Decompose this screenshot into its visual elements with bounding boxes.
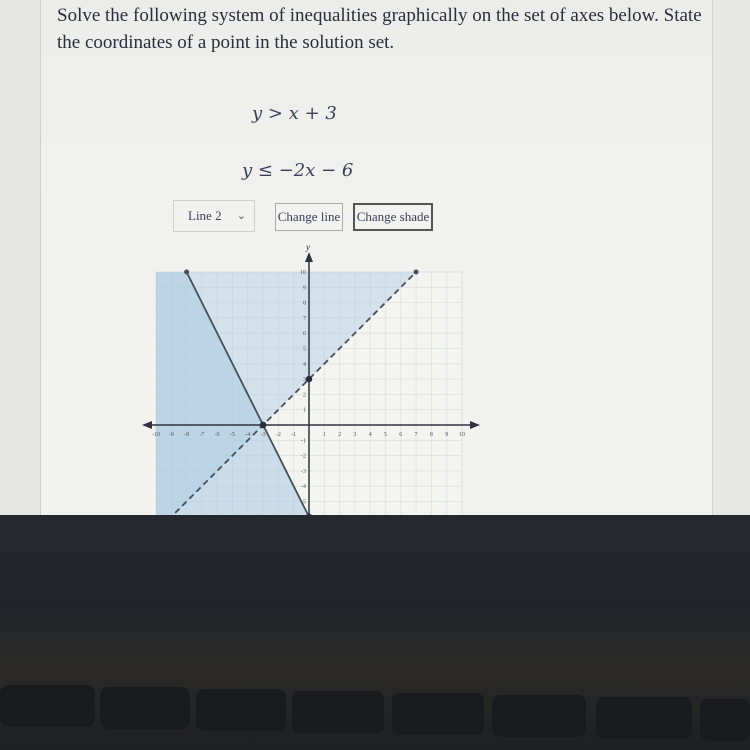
x-axis-arrow-right-icon bbox=[470, 421, 480, 429]
line-select[interactable]: Line 2 ⌄ bbox=[173, 200, 255, 232]
y-tick-label: 1 bbox=[303, 408, 306, 414]
y-tick-label: -1 bbox=[301, 438, 306, 444]
x-tick-label: 10 bbox=[459, 432, 465, 438]
keyboard-key bbox=[492, 695, 586, 737]
keyboard-key bbox=[700, 699, 750, 741]
x-tick-label: -6 bbox=[215, 432, 220, 438]
x-tick-label: -8 bbox=[184, 432, 189, 438]
x-tick-label: 5 bbox=[384, 432, 387, 438]
series-arrow-1 bbox=[413, 269, 419, 275]
x-axis-arrow-left-icon bbox=[142, 421, 152, 429]
series-point-2 bbox=[259, 421, 267, 429]
x-tick-label: 7 bbox=[415, 432, 418, 438]
laptop-bezel bbox=[0, 515, 750, 750]
keyboard-key bbox=[596, 697, 692, 739]
keyboard-key bbox=[0, 685, 95, 727]
change-line-button[interactable]: Change line bbox=[275, 203, 343, 231]
change-shade-button[interactable]: Change shade bbox=[353, 203, 433, 231]
series-point-1 bbox=[305, 375, 313, 383]
series-arrow-2 bbox=[184, 269, 190, 275]
keyboard-key bbox=[100, 687, 190, 729]
y-tick-label: 10 bbox=[300, 270, 306, 276]
x-tick-label: 8 bbox=[430, 432, 433, 438]
x-tick-label: -7 bbox=[199, 432, 204, 438]
x-tick-label: -1 bbox=[291, 432, 296, 438]
inequality-2: y ≤ −2x − 6 bbox=[242, 160, 354, 181]
y-tick-label: 9 bbox=[303, 285, 306, 291]
x-tick-label: 6 bbox=[399, 432, 402, 438]
x-tick-label: -10 bbox=[152, 432, 160, 438]
x-tick-label: 1 bbox=[323, 432, 326, 438]
x-tick-label: 2 bbox=[338, 432, 341, 438]
keyboard-key bbox=[292, 691, 384, 733]
y-axis-arrow-icon bbox=[305, 252, 313, 262]
line-select-value: Line 2 bbox=[188, 208, 222, 223]
y-axis-label: y bbox=[305, 242, 310, 252]
x-tick-label: 4 bbox=[369, 432, 372, 438]
y-tick-label: -4 bbox=[301, 484, 306, 490]
x-tick-label: -5 bbox=[230, 432, 235, 438]
x-tick-label: 9 bbox=[445, 432, 448, 438]
y-tick-label: 5 bbox=[303, 347, 306, 353]
right-scrollbar-area[interactable] bbox=[712, 0, 750, 520]
keyboard-key bbox=[196, 689, 286, 731]
y-tick-label: 8 bbox=[303, 301, 306, 307]
question-prompt: Solve the following system of inequaliti… bbox=[57, 5, 702, 53]
browser-screen: Solve the following system of inequaliti… bbox=[0, 0, 750, 520]
y-tick-label: 6 bbox=[303, 331, 306, 337]
y-tick-label: 4 bbox=[303, 362, 306, 368]
left-margin bbox=[0, 0, 41, 520]
x-tick-label: 3 bbox=[353, 432, 356, 438]
inequality-1: y > x + 3 bbox=[252, 103, 337, 124]
x-tick-label: -2 bbox=[276, 432, 281, 438]
keyboard-key bbox=[392, 693, 484, 735]
chevron-down-icon: ⌄ bbox=[236, 210, 246, 222]
inequality-graph[interactable]: xy-10-9-8-7-6-5-4-3-2-112345678910-6-5-4… bbox=[140, 240, 480, 520]
x-tick-label: -9 bbox=[169, 432, 174, 438]
x-tick-label: -4 bbox=[245, 432, 250, 438]
y-tick-label: -2 bbox=[301, 454, 306, 460]
y-tick-label: 2 bbox=[303, 392, 306, 398]
y-tick-label: 7 bbox=[303, 316, 306, 322]
x-tick-label: -3 bbox=[261, 432, 266, 438]
y-tick-label: -3 bbox=[301, 469, 306, 475]
